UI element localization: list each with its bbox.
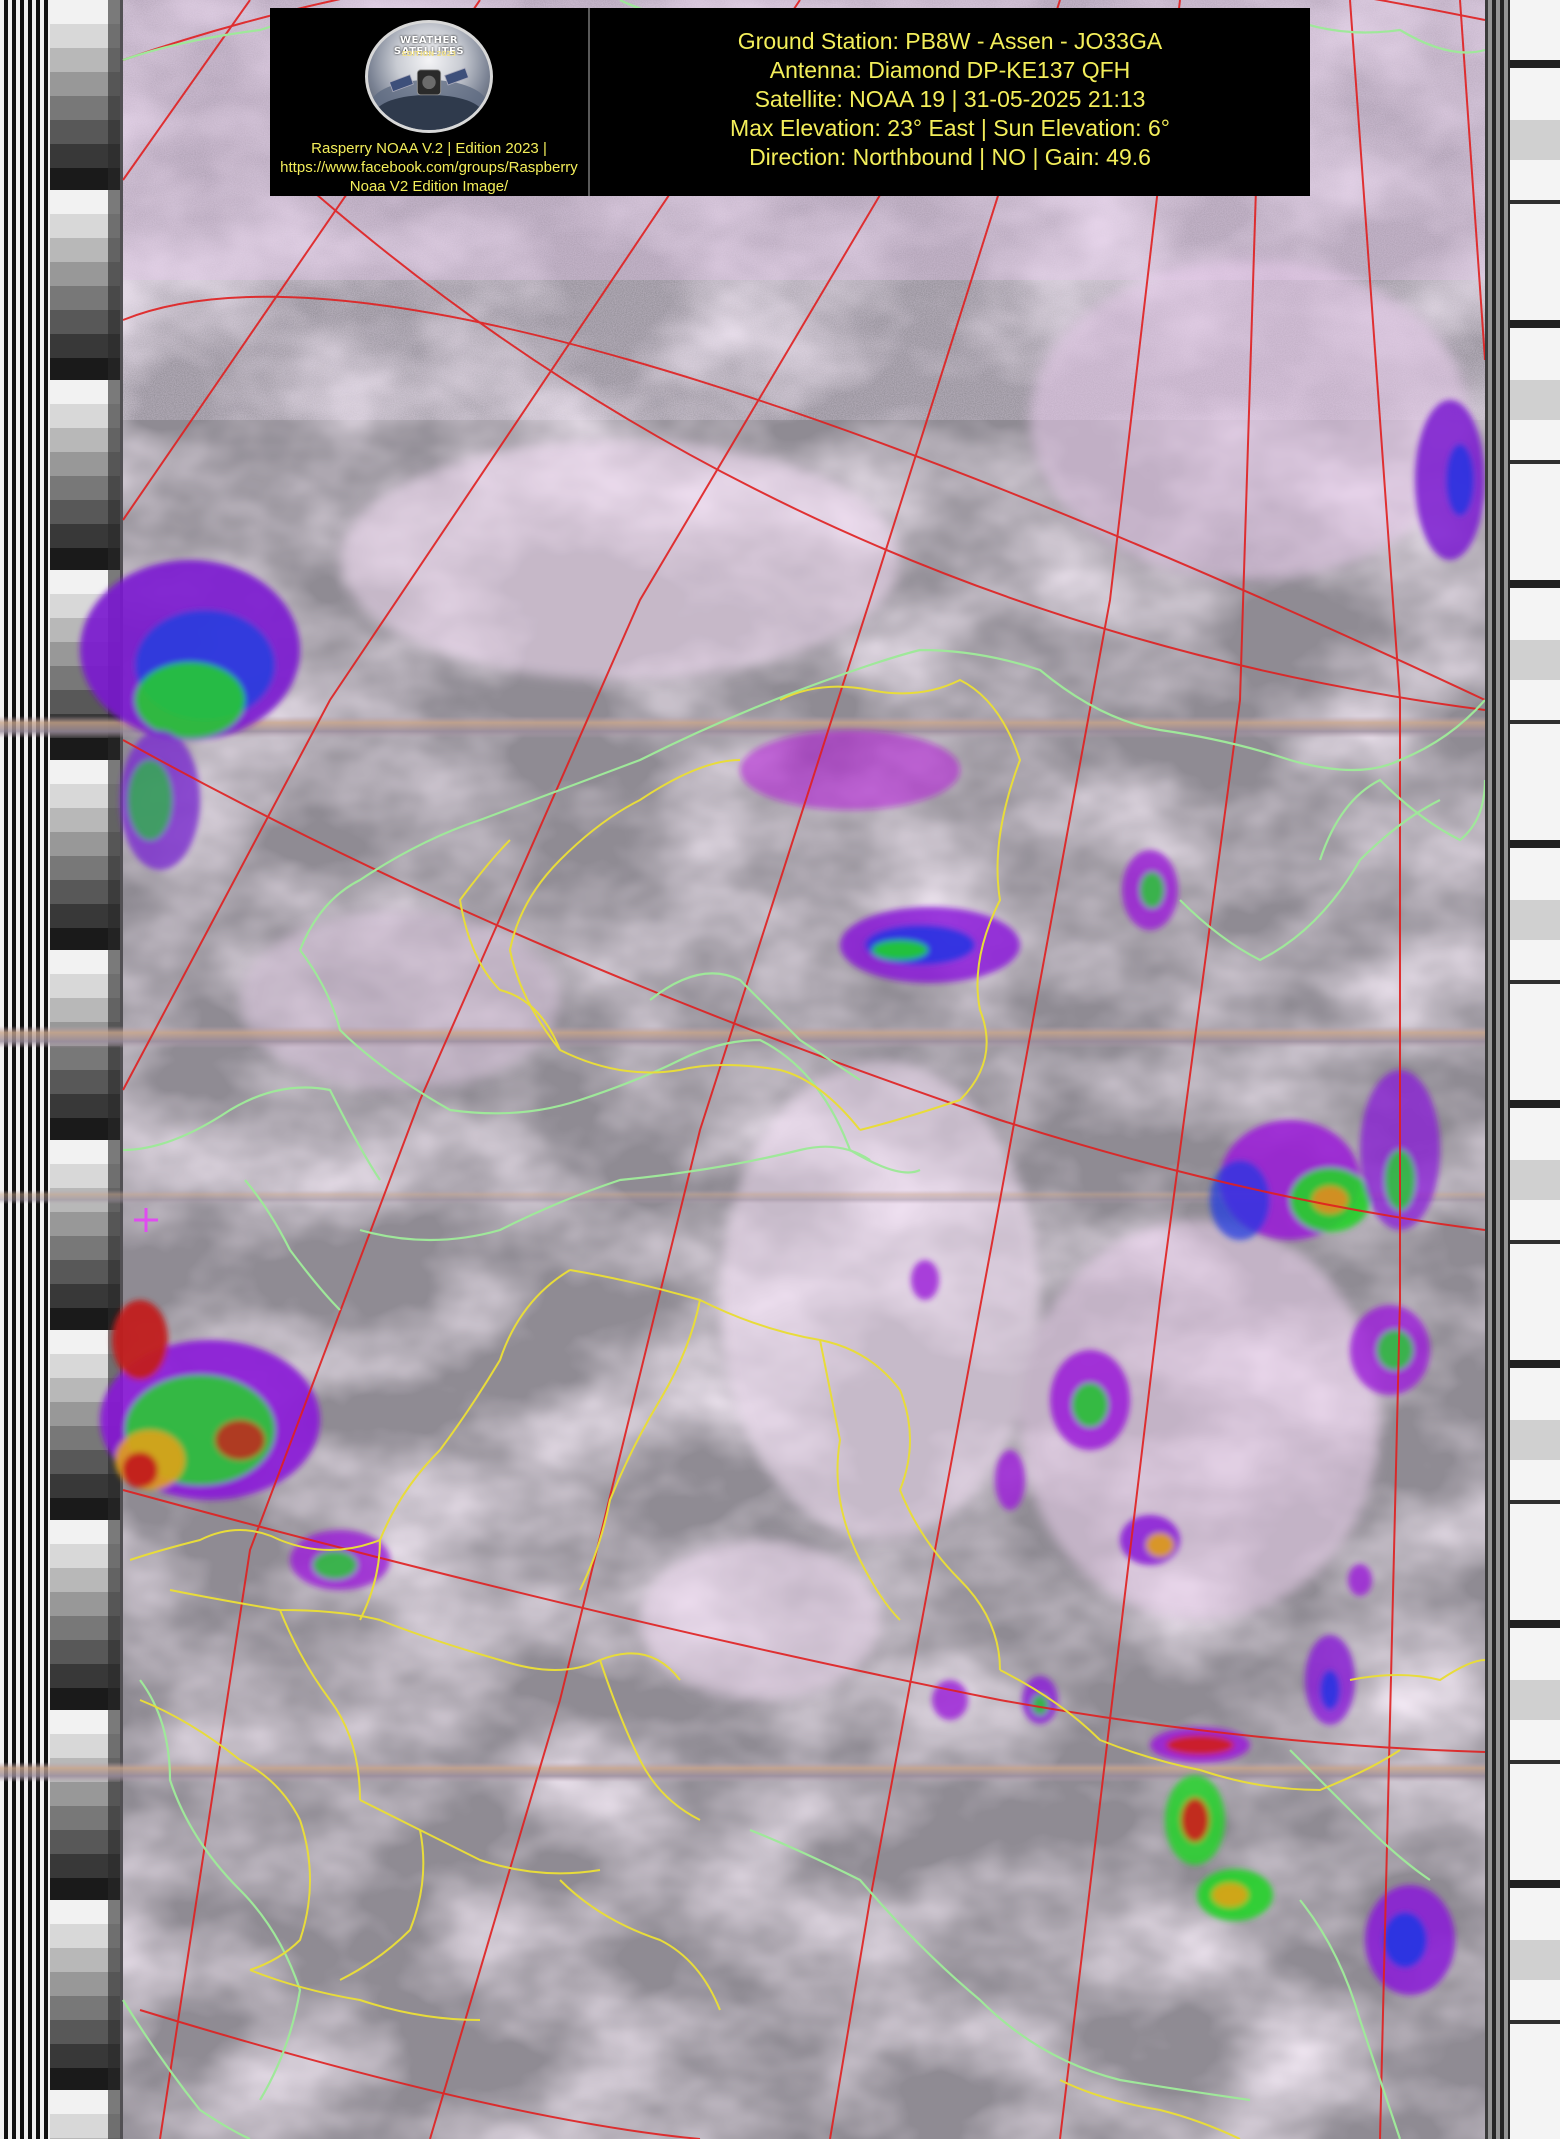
logo-caption-line: Rasperry NOAA V.2 | Edition 2023 | bbox=[311, 140, 547, 157]
sync-strip-left bbox=[0, 0, 50, 2139]
crosshair-marker-icon bbox=[134, 1208, 158, 1232]
logo-block: WEATHER SATELLITES EDITION 2023 Rasperry… bbox=[270, 8, 590, 196]
scanline-band-2 bbox=[0, 1026, 1560, 1048]
satellite-image: WEATHER SATELLITES EDITION 2023 Rasperry… bbox=[0, 0, 1560, 2139]
ground-station-line: Ground Station: PB8W - Assen - JO33GA bbox=[737, 27, 1163, 54]
station-info: Ground Station: PB8W - Assen - JO33GA An… bbox=[590, 8, 1310, 196]
logo-edition: EDITION 2023 bbox=[401, 50, 457, 58]
satellite-logo-icon: WEATHER SATELLITES EDITION 2023 bbox=[365, 20, 493, 133]
elevation-line: Max Elevation: 23° East | Sun Elevation:… bbox=[730, 114, 1170, 141]
antenna-line: Antenna: Diamond DP-KE137 QFH bbox=[769, 56, 1131, 83]
satellite-line: Satellite: NOAA 19 | 31-05-2025 21:13 bbox=[754, 85, 1146, 112]
direction-line: Direction: Northbound | NO | Gain: 49.6 bbox=[749, 143, 1151, 170]
logo-caption-line: Noaa V2 Edition Image/ bbox=[349, 178, 509, 195]
header-panel: WEATHER SATELLITES EDITION 2023 Rasperry… bbox=[270, 8, 1310, 196]
telemetry-strip-right bbox=[1510, 0, 1560, 2139]
logo-caption: Rasperry NOAA V.2 | Edition 2023 | https… bbox=[274, 139, 584, 196]
logo-caption-line: https://www.facebook.com/groups/Raspberr… bbox=[280, 159, 578, 176]
scanline-band-3 bbox=[0, 1762, 1560, 1782]
satellite-scene bbox=[0, 0, 1560, 2139]
